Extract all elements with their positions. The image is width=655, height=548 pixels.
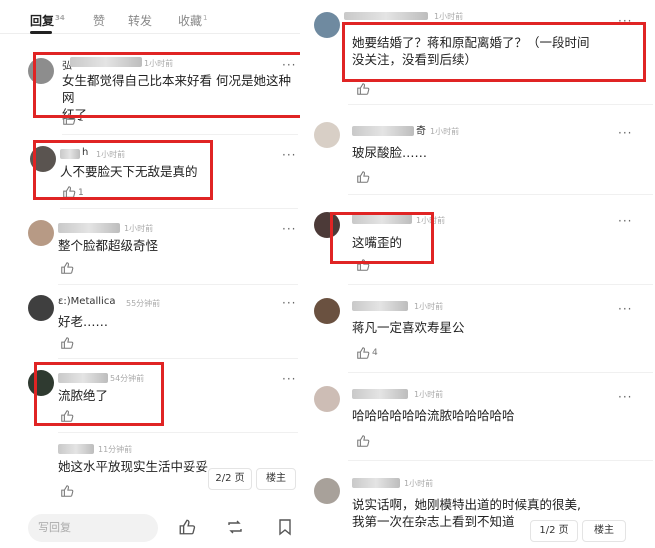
divider [348, 194, 653, 195]
divider [58, 284, 298, 285]
owner-only-button[interactable]: 楼主 [256, 468, 296, 490]
avatar[interactable] [314, 212, 340, 238]
comment-text: 流脓绝了 [58, 388, 109, 403]
avatar[interactable] [28, 370, 54, 396]
divider [62, 134, 298, 135]
timestamp: 1小时前 [404, 479, 434, 488]
bookmark-icon[interactable] [276, 518, 294, 536]
timestamp: 1小时前 [414, 302, 444, 311]
blurred-username [352, 214, 412, 224]
blurred-username [70, 57, 142, 67]
comment-text: 玻尿酸脸…… [352, 145, 428, 160]
thumbs-up-icon[interactable] [60, 484, 74, 498]
blurred-username [352, 126, 414, 136]
reply-input[interactable]: 写回复 [28, 514, 158, 542]
timestamp: 1小时前 [414, 390, 444, 399]
more-dots-icon[interactable]: ··· [618, 15, 632, 27]
more-dots-icon[interactable]: ··· [282, 149, 296, 161]
thumbs-up-icon[interactable] [62, 112, 76, 126]
tab-reposts[interactable]: 转发 [128, 12, 152, 29]
avatar[interactable] [314, 12, 340, 38]
avatar[interactable] [314, 122, 340, 148]
comment-text: 蒋凡一定喜欢寿星公 [352, 320, 465, 335]
thumbs-up-icon[interactable] [356, 434, 370, 448]
tab-replies[interactable]: 回复34 [30, 12, 65, 29]
page-indicator[interactable]: 2/2 页 [208, 468, 252, 490]
blurred-username [58, 444, 94, 454]
like-count: 1 [78, 188, 84, 198]
timestamp: 1小时前 [124, 224, 154, 233]
more-dots-icon[interactable]: ··· [618, 391, 632, 403]
comment-text: 好老…… [58, 314, 109, 329]
timestamp: 1小时前 [144, 59, 174, 68]
more-dots-icon[interactable]: ··· [618, 215, 632, 227]
blurred-username [352, 301, 408, 311]
divider [348, 284, 653, 285]
divider [348, 372, 653, 373]
avatar[interactable] [28, 58, 54, 84]
username[interactable]: h [82, 147, 88, 158]
thumbs-up-icon[interactable] [356, 258, 370, 272]
blurred-username [352, 389, 408, 399]
username[interactable]: ε:)Metallica [58, 296, 115, 307]
more-dots-icon[interactable]: ··· [618, 127, 632, 139]
more-dots-icon[interactable]: ··· [282, 297, 296, 309]
more-dots-icon[interactable]: ··· [618, 303, 632, 315]
timestamp: 1小时前 [96, 150, 126, 159]
comment-text: 她这水平放现实生活中妥妥的 [58, 459, 208, 474]
comment-text: 这嘴歪的 [352, 235, 403, 250]
timestamp: 1小时前 [430, 127, 460, 136]
avatar[interactable] [314, 386, 340, 412]
timestamp: 1小时前 [434, 12, 464, 21]
tab-bar: 回复34 赞 转发 收藏1 [0, 0, 300, 34]
avatar[interactable] [28, 220, 54, 246]
avatar[interactable] [30, 146, 56, 172]
more-dots-icon[interactable]: ··· [282, 223, 296, 235]
thumbs-up-icon[interactable] [356, 82, 370, 96]
thumbs-up-icon[interactable] [62, 185, 76, 199]
like-count: 1 [78, 114, 84, 124]
comment-text: 她要结婚了？蒋和原配离婚了？（一段时间 没关注，没看到后续） [352, 35, 590, 67]
blurred-username [58, 223, 120, 233]
thumbs-up-icon[interactable] [60, 261, 74, 275]
divider [58, 432, 298, 433]
thumbs-up-icon[interactable] [178, 518, 196, 536]
timestamp: 11分钟前 [98, 445, 133, 454]
blurred-username [60, 149, 80, 159]
divider [60, 208, 298, 209]
blurred-username [58, 373, 108, 383]
comment-text: 哈哈哈哈哈哈流脓哈哈哈哈哈 [352, 408, 515, 423]
timestamp: 1小时前 [416, 216, 446, 225]
blurred-username [352, 478, 400, 488]
right-screenshot-panel: 1小时前 ··· 她要结婚了？蒋和原配离婚了？（一段时间 没关注，没看到后续） 奇… [308, 0, 655, 548]
like-count: 4 [372, 348, 378, 358]
active-tab-indicator [30, 31, 52, 34]
avatar[interactable] [28, 295, 54, 321]
owner-only-button[interactable]: 楼主 [582, 520, 626, 542]
tab-likes[interactable]: 赞 [93, 12, 105, 29]
more-dots-icon[interactable]: ··· [282, 373, 296, 385]
repost-icon[interactable] [226, 518, 244, 536]
comment-text: 人不要脸天下无敌是真的 [60, 164, 198, 179]
avatar[interactable] [314, 478, 340, 504]
left-screenshot-panel: 回复34 赞 转发 收藏1 弘 1小时前 ··· 女生都觉得自己比本来好看 何况… [0, 0, 300, 548]
comment-text: 女生都觉得自己比本来好看 何况是她这种网 红了 [62, 73, 291, 122]
divider [348, 104, 653, 105]
timestamp: 55分钟前 [126, 299, 161, 308]
divider [58, 358, 298, 359]
avatar[interactable] [314, 298, 340, 324]
tab-favorites[interactable]: 收藏1 [178, 12, 207, 29]
thumbs-up-icon[interactable] [356, 346, 370, 360]
username[interactable]: 奇 [416, 122, 426, 137]
timestamp: 54分钟前 [110, 374, 145, 383]
more-dots-icon[interactable]: ··· [282, 59, 296, 71]
blurred-username [344, 12, 428, 20]
comment-text: 整个脸都超级奇怪 [58, 238, 159, 253]
thumbs-up-icon[interactable] [60, 336, 74, 350]
divider [348, 460, 653, 461]
thumbs-up-icon[interactable] [356, 170, 370, 184]
thumbs-up-icon[interactable] [60, 409, 74, 423]
page-indicator[interactable]: 1/2 页 [530, 520, 578, 542]
